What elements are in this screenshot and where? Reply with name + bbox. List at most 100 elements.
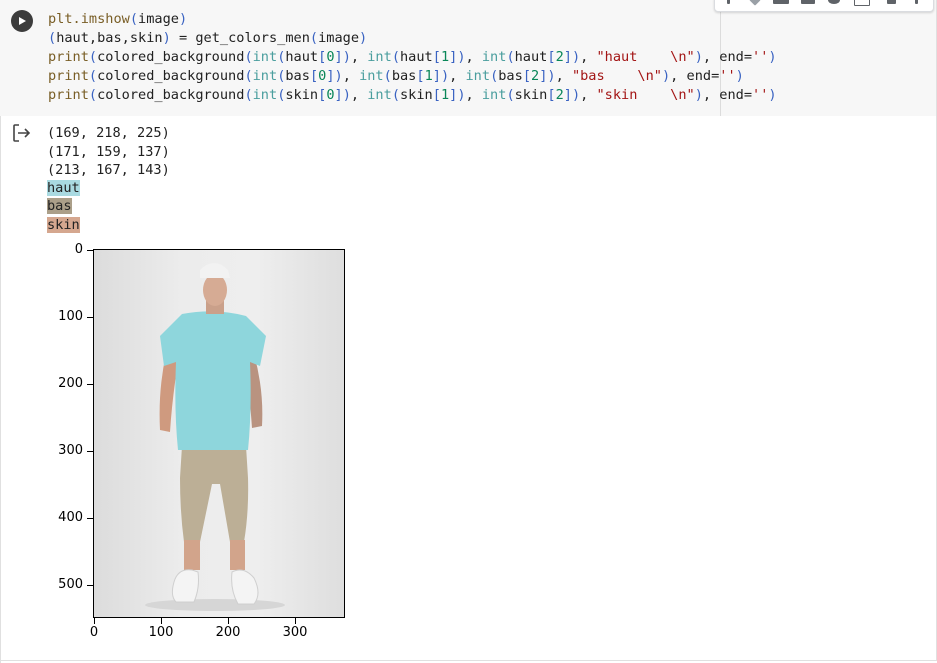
comment-icon[interactable] bbox=[801, 0, 815, 4]
code-token: ( bbox=[244, 49, 253, 65]
code-token: haut bbox=[514, 49, 548, 65]
code-token: image bbox=[138, 11, 179, 27]
code-token: int bbox=[252, 49, 278, 65]
code-token: '' bbox=[752, 49, 769, 65]
code-token: ) bbox=[334, 68, 343, 84]
code-token: , end= bbox=[670, 68, 720, 84]
code-token: [ bbox=[432, 49, 441, 65]
code-token: , bbox=[465, 49, 482, 65]
code-token: print bbox=[48, 49, 89, 65]
code-token: int bbox=[367, 49, 392, 65]
code-token: ( bbox=[391, 87, 400, 103]
code-token: ( bbox=[244, 68, 253, 84]
code-token: ) bbox=[547, 68, 556, 84]
code-token: ] bbox=[432, 68, 441, 84]
code-token: colored_background bbox=[97, 87, 245, 103]
y-tick-label: 200 bbox=[58, 376, 83, 391]
output-redirect-icon[interactable] bbox=[12, 123, 32, 143]
code-token: ) bbox=[178, 11, 188, 27]
code-token: [ bbox=[416, 68, 425, 84]
code-token: ( bbox=[506, 87, 515, 103]
code-line[interactable]: print(colored_background(int(bas[0]), in… bbox=[48, 67, 777, 86]
y-tick bbox=[87, 250, 93, 251]
code-line[interactable]: print(colored_background(int(haut[0]), i… bbox=[48, 48, 777, 67]
link-icon[interactable] bbox=[773, 0, 789, 4]
code-token: colored_background bbox=[97, 68, 245, 84]
imshow-plot bbox=[93, 249, 345, 618]
code-token: ] bbox=[563, 49, 572, 65]
code-token: bas bbox=[498, 68, 523, 84]
tuple-haut: (169, 218, 225) bbox=[47, 125, 170, 141]
code-text[interactable]: plt.imshow(image) (haut,bas,skin) = get_c… bbox=[48, 10, 777, 105]
cell-toolbar bbox=[714, 0, 934, 12]
code-token: 2 bbox=[555, 87, 564, 103]
code-token: 1 bbox=[440, 87, 450, 103]
x-tick-label: 0 bbox=[89, 625, 99, 640]
code-token: , bbox=[342, 68, 360, 84]
code-token: , bbox=[580, 49, 597, 65]
code-token: ) bbox=[735, 68, 744, 84]
code-line[interactable]: plt.imshow(image) bbox=[48, 10, 777, 29]
color-swatch-bas: bas bbox=[47, 198, 72, 214]
y-tick bbox=[87, 518, 93, 519]
code-token: ( bbox=[88, 87, 98, 103]
y-tick bbox=[87, 451, 93, 452]
run-cell-button[interactable] bbox=[11, 10, 33, 32]
code-token: ( bbox=[391, 49, 400, 65]
code-token: int bbox=[252, 68, 278, 84]
code-token: skin bbox=[514, 87, 548, 103]
y-tick-label: 0 bbox=[74, 242, 83, 257]
code-token: print bbox=[48, 87, 89, 103]
code-token: "haut \n" bbox=[596, 49, 695, 65]
code-editor[interactable]: plt.imshow(image) (haut,bas,skin) = get_c… bbox=[0, 0, 936, 116]
code-token: ) bbox=[694, 87, 703, 103]
code-token: haut,bas,skin bbox=[56, 30, 163, 46]
code-line[interactable]: (haut,bas,skin) = get_colors_men(image) bbox=[48, 29, 777, 48]
code-token: ) bbox=[342, 87, 351, 103]
person-photo bbox=[145, 263, 285, 611]
code-token: ) bbox=[457, 49, 466, 65]
tuple-bas: (171, 159, 137) bbox=[47, 143, 170, 160]
delete-icon[interactable] bbox=[887, 0, 896, 4]
tuple-skin: (213, 167, 143) bbox=[47, 162, 170, 178]
y-tick-label: 400 bbox=[58, 510, 83, 525]
code-token: ) bbox=[768, 49, 777, 65]
code-token: ] bbox=[563, 87, 572, 103]
code-token: int bbox=[465, 68, 491, 84]
color-swatch-skin: skin bbox=[47, 217, 80, 233]
code-token: colored_background bbox=[97, 49, 245, 65]
color-swatch-haut: haut bbox=[47, 180, 80, 196]
x-tick bbox=[94, 618, 95, 624]
mirror-icon[interactable] bbox=[854, 0, 870, 6]
code-token: ) bbox=[457, 87, 466, 103]
code-line[interactable]: print(colored_background(int(skin[0]), i… bbox=[48, 86, 777, 105]
code-token: ) bbox=[440, 68, 450, 84]
code-token: 0 bbox=[326, 87, 335, 103]
code-token: ( bbox=[309, 30, 319, 46]
code-token: ( bbox=[383, 68, 392, 84]
code-token: ) bbox=[768, 87, 777, 103]
code-token: ) bbox=[359, 30, 368, 46]
code-token: "bas \n" bbox=[571, 68, 662, 84]
more-icon[interactable] bbox=[915, 0, 918, 4]
code-token: int bbox=[359, 68, 384, 84]
code-token: 2 bbox=[555, 49, 564, 65]
code-token: haut bbox=[285, 49, 319, 65]
code-token: [ bbox=[547, 87, 556, 103]
code-token: haut bbox=[400, 49, 433, 65]
move-up-icon[interactable] bbox=[727, 0, 730, 4]
move-down-icon[interactable] bbox=[749, 0, 761, 6]
code-token: '' bbox=[752, 87, 769, 103]
code-token: [ bbox=[547, 49, 556, 65]
play-icon bbox=[19, 17, 26, 25]
code-token: ( bbox=[88, 49, 98, 65]
code-token: = get_colors_men bbox=[170, 30, 310, 46]
x-tick-label: 200 bbox=[215, 625, 241, 640]
y-tick-label: 100 bbox=[58, 309, 83, 324]
code-token: , end= bbox=[702, 49, 753, 65]
gear-icon[interactable] bbox=[828, 0, 840, 4]
code-token: 1 bbox=[424, 68, 433, 84]
code-token: ( bbox=[129, 11, 139, 27]
code-token: , bbox=[350, 87, 368, 103]
output-text: (169, 218, 225) (171, 159, 137) (213, 16… bbox=[47, 124, 170, 180]
